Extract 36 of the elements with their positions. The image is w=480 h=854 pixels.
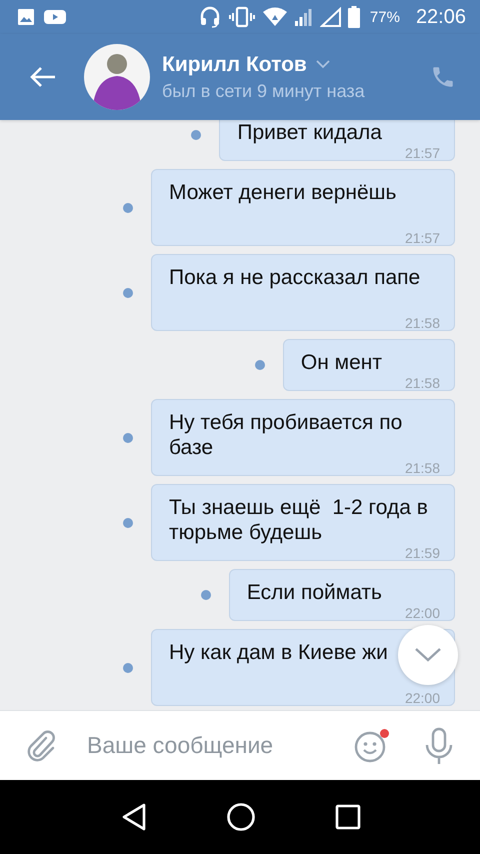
message-text: Ну тебя пробивается по базе: [169, 411, 404, 459]
message-time: 21:59: [404, 546, 440, 560]
paperclip-icon[interactable]: [27, 730, 57, 762]
home-icon[interactable]: [226, 802, 256, 832]
back-arrow-icon[interactable]: [29, 66, 57, 88]
vibrate-icon: [228, 6, 256, 28]
back-icon[interactable]: [121, 803, 148, 831]
message-text: Привет кидала: [237, 121, 382, 144]
clock: 22:06: [416, 6, 466, 28]
battery-level: 77%: [370, 8, 400, 26]
signal-icon: [320, 7, 342, 27]
play-icon: [43, 8, 67, 26]
message-time: 21:57: [404, 146, 440, 160]
message-text: Ты знаешь ещё 1-2 года в тюрьме будешь: [169, 496, 429, 544]
message-field[interactable]: Ваше сообщение: [87, 732, 327, 759]
message-time: 22:00: [404, 606, 440, 620]
chevron-down-icon[interactable]: [316, 60, 330, 69]
message-text: Ну как дам в Киеве жи: [169, 641, 388, 664]
message-time: 21:58: [404, 376, 440, 390]
emoji-button[interactable]: [354, 728, 388, 762]
message-text: Он мент: [300, 351, 382, 374]
signal-icon: [294, 7, 314, 27]
image-icon: [17, 8, 35, 26]
recents-icon[interactable]: [334, 804, 361, 830]
message-time: 21:58: [404, 461, 440, 475]
message-time: 21:57: [404, 231, 440, 245]
contact-name[interactable]: Кирилл Котов: [162, 52, 307, 76]
microphone-icon[interactable]: [424, 726, 454, 764]
wifi-icon: [262, 7, 288, 27]
message-text: Если поймать: [246, 581, 382, 604]
message-text: Пока я не рассказал папе: [169, 266, 420, 289]
battery-icon: [348, 6, 360, 28]
last-seen-status: был в сети 9 минут наза: [162, 80, 366, 102]
message-time: 21:58: [404, 316, 440, 330]
message-text: Может денеги вернёшь: [169, 181, 396, 204]
message-time: 22:00: [404, 691, 440, 705]
